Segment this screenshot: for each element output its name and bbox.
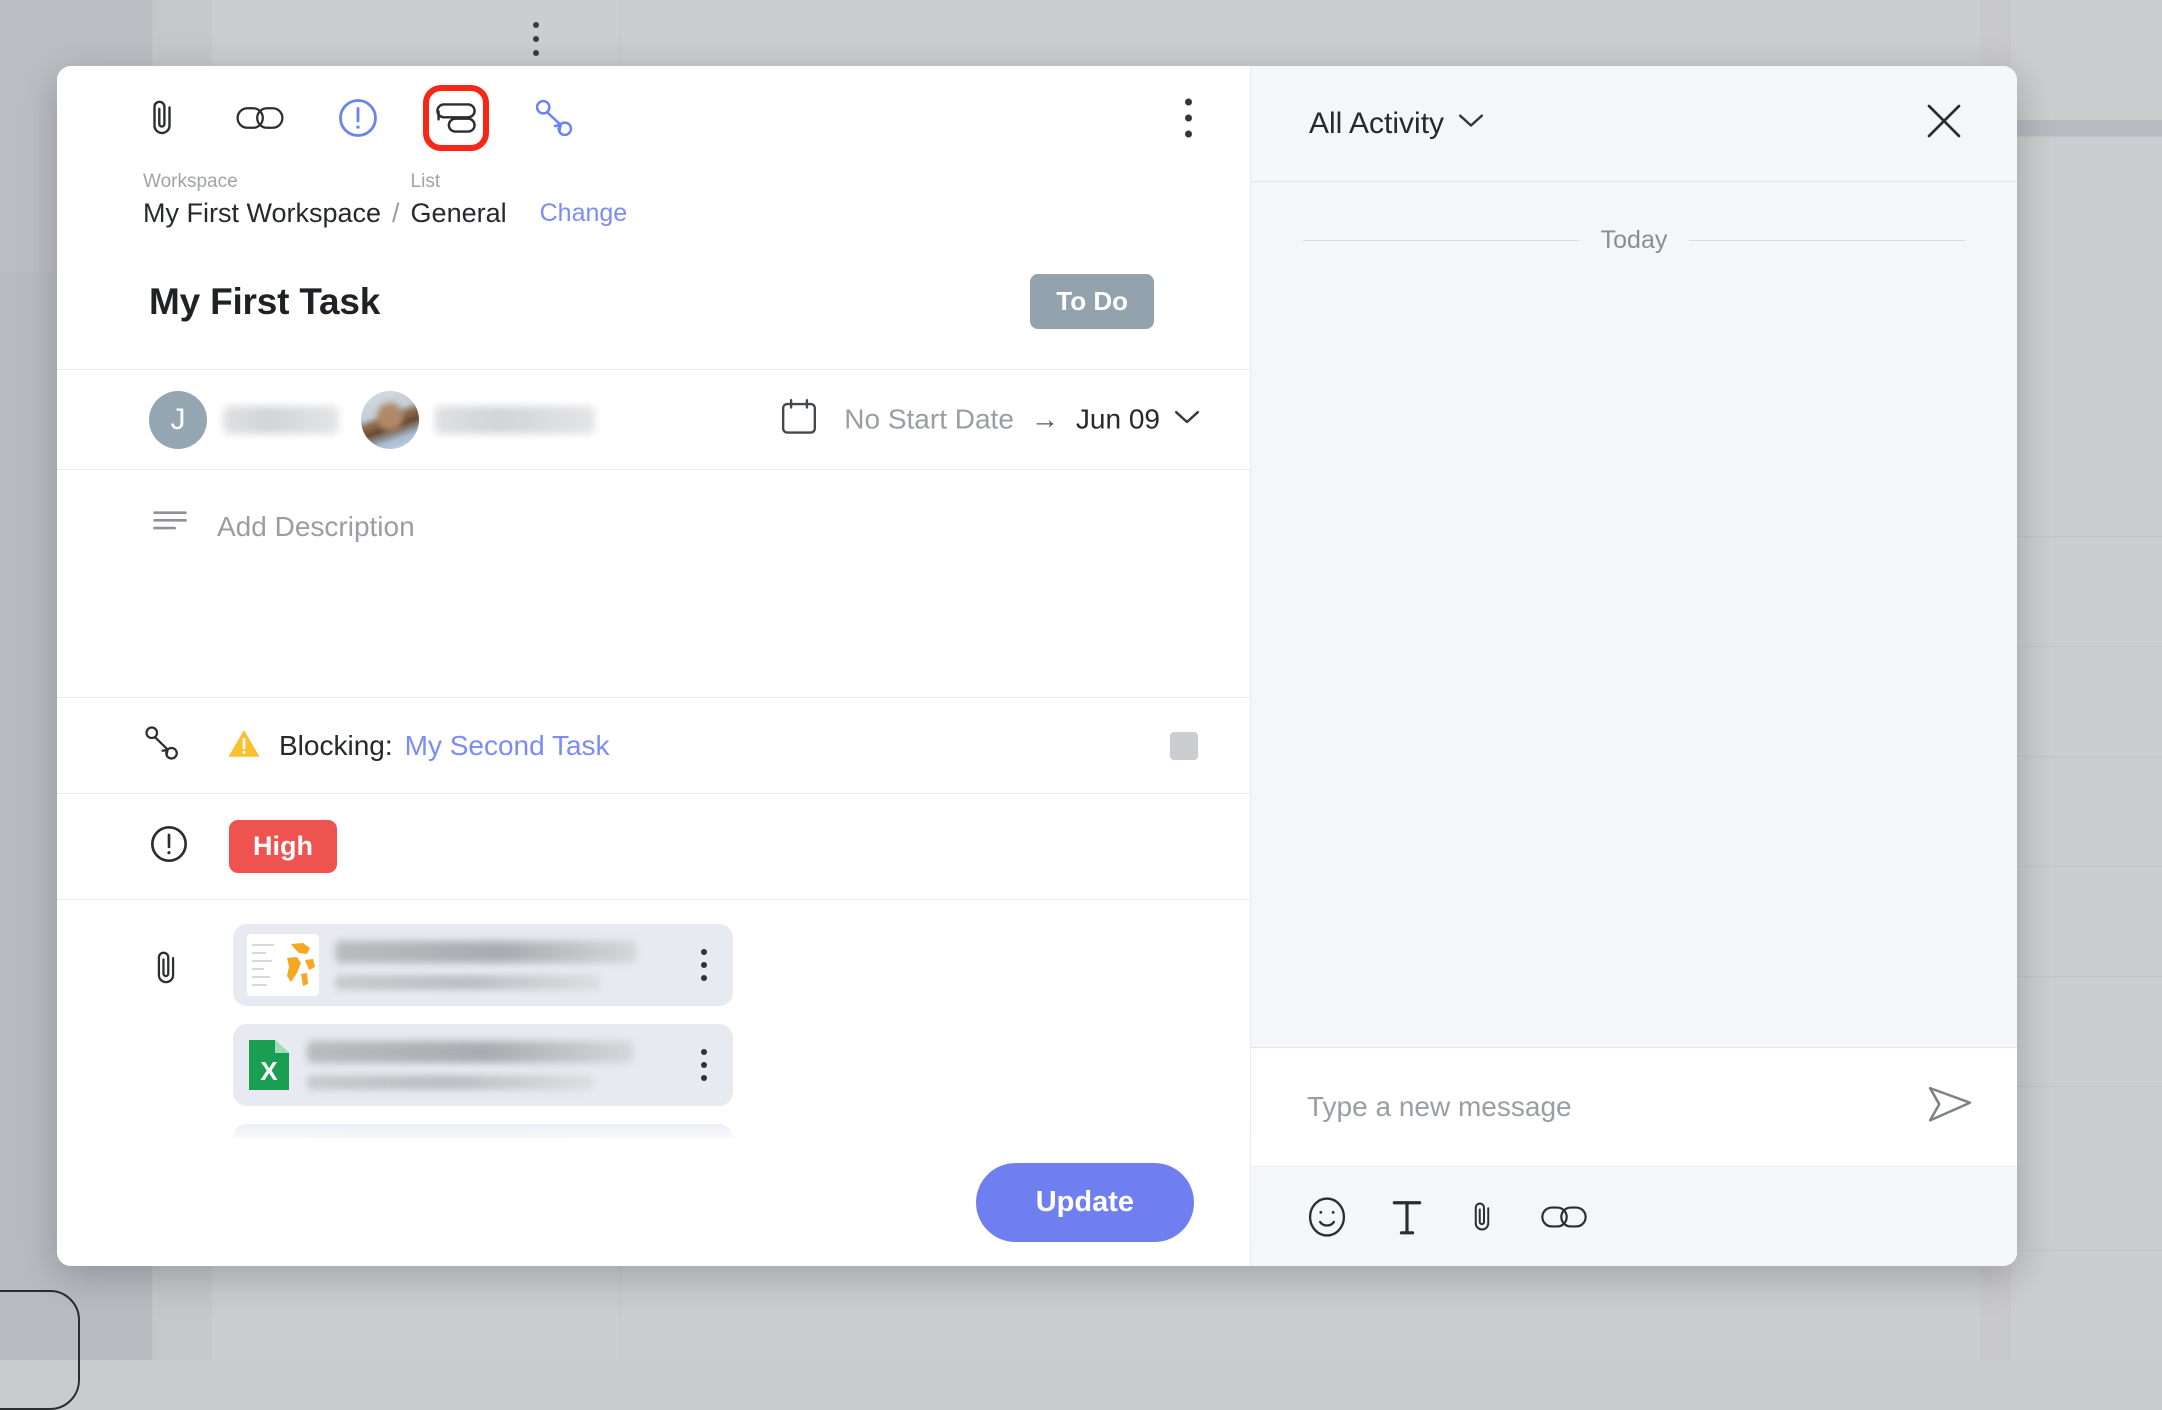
svg-text:X: X [260,1056,278,1086]
emoji-icon[interactable] [1307,1197,1347,1237]
background-rounded-shape [0,1290,80,1410]
subtask-icon[interactable] [429,91,483,145]
task-title-row: My First Task To Do [57,256,1250,370]
dependency-label: Blocking: [279,730,393,762]
composer-input-row [1251,1048,2017,1166]
attachment-item[interactable]: W [233,1124,733,1138]
assignee-name-redacted [435,406,595,434]
chevron-down-icon[interactable] [1174,409,1200,430]
description-placeholder: Add Description [217,510,415,544]
attachment-icon[interactable] [1467,1197,1497,1237]
description-icon [153,510,187,541]
avatar[interactable] [361,391,419,449]
assignee-row: J No Start Date → Jun 09 [57,370,1250,470]
modal-footer: Update [57,1138,1250,1266]
link-icon[interactable] [233,91,287,145]
attachments-section: X W [57,900,1250,1138]
page-title: My First Task [149,281,380,323]
breadcrumb-list[interactable]: List General [411,170,507,230]
breadcrumb-separator: / [381,196,411,230]
date-arrow-icon: → [1031,404,1059,436]
activity-header: All Activity [1251,66,2017,182]
breadcrumb-workspace[interactable]: Workspace My First Workspace [143,170,381,230]
background-kebab-icon[interactable] [533,22,539,56]
task-toolbar [57,66,1250,170]
activity-feed: Today [1251,182,2017,1047]
calendar-icon [780,397,818,442]
day-divider: Today [1303,226,1965,255]
text-format-icon[interactable] [1391,1198,1423,1236]
divider-line [1303,240,1579,241]
divider-line [1689,240,1965,241]
priority-icon[interactable] [331,91,385,145]
breadcrumb-workspace-value: My First Workspace [143,196,381,230]
dependency-icon[interactable] [527,91,581,145]
attachment-more-menu-icon[interactable] [701,1049,707,1081]
assignee-name-redacted [223,406,339,434]
excel-file-icon: X [247,1038,291,1092]
task-detail-modal: Workspace My First Workspace / List Gene… [57,66,2017,1266]
link-icon[interactable] [1541,1203,1587,1231]
composer-toolbar [1251,1166,2017,1266]
avatar[interactable]: J [149,391,207,449]
task-more-menu-icon[interactable] [1185,99,1192,138]
due-date-value: Jun 09 [1076,404,1160,436]
dependency-task-link[interactable]: My Second Task [405,730,610,762]
message-composer [1251,1047,2017,1266]
start-date-value: No Start Date [844,404,1014,436]
chevron-down-icon [1458,113,1484,134]
change-location-link[interactable]: Change [540,196,628,230]
send-icon[interactable] [1927,1085,1973,1130]
breadcrumb: Workspace My First Workspace / List Gene… [57,170,1250,256]
activity-filter-label: All Activity [1309,107,1444,141]
task-detail-pane: Workspace My First Workspace / List Gene… [57,66,1250,1266]
priority-badge[interactable]: High [229,820,337,873]
message-input[interactable] [1307,1091,1907,1123]
close-icon[interactable] [1923,100,1965,147]
dependency-checkbox[interactable] [1170,732,1198,760]
dependency-icon [143,724,181,767]
attachment-item[interactable]: X [233,1024,733,1106]
attachment-text-redacted [307,1041,695,1090]
map-thumbnail [247,934,319,996]
attachment-item[interactable] [233,924,733,1006]
breadcrumb-list-caption: List [411,170,507,194]
breadcrumb-workspace-caption: Workspace [143,170,381,194]
dependency-row: Blocking: My Second Task [57,698,1250,794]
attachment-icon [149,948,183,993]
priority-icon [149,824,189,869]
priority-row: High [57,794,1250,900]
date-range-picker[interactable]: No Start Date → Jun 09 [780,397,1200,442]
activity-pane: All Activity Today [1250,66,2017,1266]
warning-icon [227,728,261,764]
day-divider-label: Today [1579,226,1690,255]
breadcrumb-list-value: General [411,196,507,230]
attachment-text-redacted [335,941,695,990]
status-badge[interactable]: To Do [1030,274,1154,329]
attachment-more-menu-icon[interactable] [701,949,707,981]
description-field[interactable]: Add Description [57,470,1250,698]
activity-filter-dropdown[interactable]: All Activity [1309,107,1484,141]
update-button[interactable]: Update [976,1163,1194,1242]
attachment-icon[interactable] [135,91,189,145]
